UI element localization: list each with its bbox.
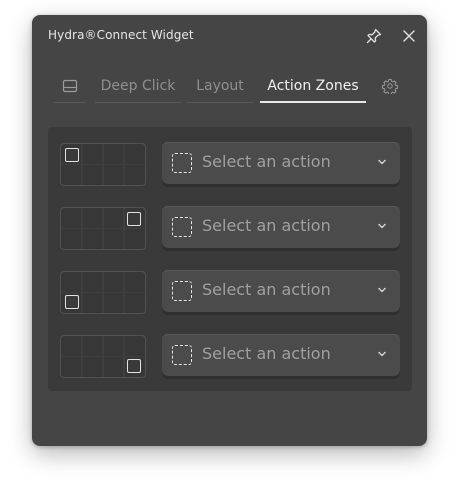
- pin-icon: [366, 28, 382, 44]
- chevron-down-icon: [378, 223, 386, 229]
- pin-button[interactable]: [365, 27, 383, 45]
- action-select[interactable]: Select an action: [162, 334, 400, 376]
- zone-preview-top-right: [60, 207, 146, 250]
- chevron-down-icon: [378, 287, 386, 293]
- tab-settings[interactable]: [378, 75, 402, 103]
- dashed-square-icon: [172, 153, 192, 173]
- action-zone-row: Select an action: [60, 269, 400, 315]
- zone-indicator: [127, 212, 141, 226]
- zone-indicator: [65, 148, 79, 162]
- title-bar: Hydra®Connect Widget: [32, 15, 427, 57]
- zone-indicator: [65, 295, 79, 309]
- select-placeholder: Select an action: [202, 344, 331, 363]
- zone-preview-top-left: [60, 143, 146, 186]
- action-zone-row: Select an action: [60, 205, 400, 251]
- zone-preview-bottom-right: [60, 335, 146, 378]
- action-select[interactable]: Select an action: [162, 270, 400, 312]
- tab-bar: Deep Click Layout Action Zones: [32, 75, 427, 105]
- select-placeholder: Select an action: [202, 152, 331, 171]
- gear-icon: [382, 79, 398, 95]
- dashed-square-icon: [172, 281, 192, 301]
- tab-deep-click[interactable]: Deep Click: [95, 75, 181, 103]
- window-title: Hydra®Connect Widget: [48, 28, 194, 42]
- tab-panel[interactable]: [54, 75, 86, 103]
- chevron-down-icon: [378, 351, 386, 357]
- zone-preview-bottom-left: [60, 271, 146, 314]
- select-placeholder: Select an action: [202, 216, 331, 235]
- panel-layout-icon: [62, 79, 78, 93]
- tab-layout[interactable]: Layout: [187, 75, 253, 103]
- close-icon: [403, 30, 415, 42]
- tab-action-zones[interactable]: Action Zones: [260, 75, 366, 103]
- close-button[interactable]: [400, 27, 418, 45]
- action-zone-row: Select an action: [60, 333, 400, 379]
- dashed-square-icon: [172, 345, 192, 365]
- zone-indicator: [127, 359, 141, 373]
- action-select[interactable]: Select an action: [162, 142, 400, 184]
- dashed-square-icon: [172, 217, 192, 237]
- action-select[interactable]: Select an action: [162, 206, 400, 248]
- select-placeholder: Select an action: [202, 280, 331, 299]
- chevron-down-icon: [378, 159, 386, 165]
- action-zone-row: Select an action: [60, 141, 400, 187]
- action-zones-panel: Select an action Select an action Select…: [48, 127, 412, 391]
- widget-window: Hydra®Connect Widget Deep Click Layout A…: [32, 15, 427, 446]
